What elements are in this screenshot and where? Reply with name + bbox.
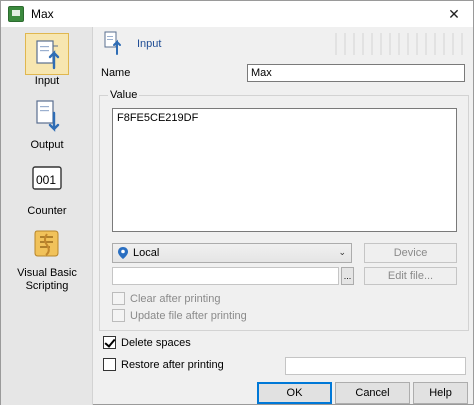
sidebar-item-label: Input: [34, 75, 60, 87]
vb-scripting-icon: [25, 225, 69, 267]
checkbox-box[interactable]: [103, 336, 116, 349]
sidebar-item-counter[interactable]: 001 Counter: [1, 163, 93, 218]
location-pin-icon: [118, 247, 128, 259]
location-select[interactable]: Local ⌄: [112, 243, 352, 263]
file-path-input[interactable]: [112, 267, 339, 285]
update-file-after-printing-checkbox[interactable]: Update file after printing: [112, 309, 247, 322]
input-icon: [102, 31, 126, 55]
sidebar: Input Output 001 Counter Visual Basic Sc…: [1, 27, 93, 405]
device-button[interactable]: Device: [364, 243, 457, 263]
restore-value-input[interactable]: [285, 357, 466, 375]
counter-icon: 001: [25, 163, 69, 205]
value-legend: Value: [108, 89, 140, 101]
value-textarea[interactable]: F8FE5CE219DF: [112, 108, 457, 232]
input-icon: [25, 33, 69, 75]
clear-after-printing-label: Clear after printing: [130, 292, 221, 305]
sidebar-item-label: Output: [30, 139, 64, 151]
app-icon: [8, 6, 24, 22]
chevron-down-icon: ⌄: [338, 247, 346, 257]
clear-after-printing-checkbox[interactable]: Clear after printing: [112, 292, 221, 305]
restore-after-printing-label: Restore after printing: [121, 358, 224, 371]
cancel-button[interactable]: Cancel: [335, 382, 410, 404]
value-group: Value F8FE5CE219DF Local ⌄ Device ... Ed…: [99, 89, 469, 331]
name-label: Name: [101, 67, 131, 79]
window-title: Max: [31, 7, 54, 21]
name-input[interactable]: [247, 64, 465, 82]
delete-spaces-label: Delete spaces: [121, 336, 191, 349]
counter-glyph: 001: [36, 173, 56, 187]
checkbox-box[interactable]: [112, 309, 125, 322]
title-bar: Max ✕: [1, 1, 473, 27]
sidebar-item-label-line2: Scripting: [25, 280, 69, 292]
output-icon: [25, 97, 69, 139]
browse-button[interactable]: ...: [341, 267, 354, 285]
ok-button[interactable]: OK: [257, 382, 332, 404]
delete-spaces-checkbox[interactable]: Delete spaces: [103, 336, 191, 349]
header-decoration: [335, 33, 465, 55]
sidebar-item-label-line1: Visual Basic: [17, 267, 77, 279]
edit-file-button[interactable]: Edit file...: [364, 267, 457, 285]
sidebar-item-input[interactable]: Input: [1, 33, 93, 88]
dialog-window: Max ✕ Input Output 001 Counter Visual Ba…: [0, 0, 474, 405]
location-select-value: Local: [133, 247, 160, 259]
close-button[interactable]: ✕: [435, 1, 473, 27]
sidebar-item-output[interactable]: Output: [1, 97, 93, 152]
update-file-after-printing-label: Update file after printing: [130, 309, 247, 322]
sidebar-item-label: Counter: [27, 205, 67, 217]
restore-after-printing-checkbox[interactable]: Restore after printing: [103, 358, 224, 371]
page-title: Input: [137, 38, 162, 50]
checkbox-box[interactable]: [103, 358, 116, 371]
main-panel: Input Name Value F8FE5CE219DF Local ⌄ De…: [95, 27, 473, 405]
checkbox-box[interactable]: [112, 292, 125, 305]
sidebar-item-vb-scripting[interactable]: Visual Basic Scripting: [1, 225, 93, 293]
help-button[interactable]: Help: [413, 382, 468, 404]
